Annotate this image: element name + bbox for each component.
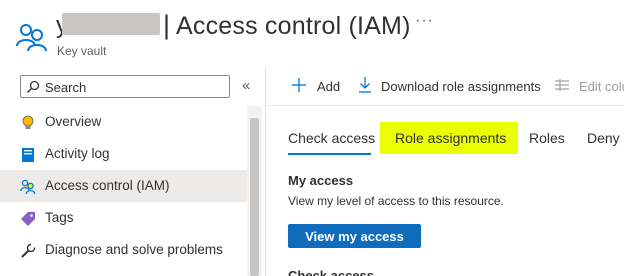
view-my-access-button[interactable]: View my access bbox=[288, 224, 421, 248]
edit-columns-icon bbox=[555, 79, 569, 91]
sidebar-item-label: Diagnose and solve problems bbox=[45, 242, 223, 257]
sidebar-item-label: Access control (IAM) bbox=[45, 178, 170, 193]
download-icon bbox=[359, 77, 371, 93]
scrollbar-thumb[interactable] bbox=[250, 118, 259, 276]
add-button[interactable]: Add bbox=[317, 79, 340, 94]
search-input[interactable]: Search bbox=[20, 75, 230, 98]
people-icon bbox=[20, 179, 36, 195]
sidebar-item-activity-log[interactable]: Activity log bbox=[0, 138, 247, 170]
sidebar-item-overview[interactable]: Overview bbox=[0, 106, 247, 138]
sidebar-item-diagnose[interactable]: Diagnose and solve problems bbox=[0, 234, 247, 266]
sidebar-nav: Overview Activity log Access control (IA… bbox=[0, 106, 247, 266]
tab-deny-assignments[interactable]: Deny a bbox=[587, 130, 624, 146]
my-access-heading: My access bbox=[288, 173, 354, 188]
activity-log-icon bbox=[22, 148, 34, 162]
page-title: Access control (IAM) bbox=[176, 12, 411, 40]
edit-columns-button[interactable]: Edit colu bbox=[579, 79, 624, 94]
resource-type: Key vault bbox=[57, 44, 107, 58]
download-role-assignments-button[interactable]: Download role assignments bbox=[381, 79, 541, 94]
sidebar-item-label: Overview bbox=[45, 114, 102, 129]
pane-divider bbox=[265, 68, 266, 276]
wrench-icon bbox=[21, 243, 36, 258]
redacted-resource-name bbox=[62, 13, 160, 35]
page-header: y | Access control (IAM) ··· Key vault bbox=[0, 0, 624, 68]
collapse-sidebar-icon[interactable]: « bbox=[242, 77, 250, 94]
tab-check-access[interactable]: Check access bbox=[288, 130, 375, 146]
tab-role-assignments[interactable]: Role assignments bbox=[395, 130, 506, 146]
add-icon bbox=[292, 78, 306, 92]
more-options-icon[interactable]: ··· bbox=[415, 12, 434, 30]
sidebar-item-label: Activity log bbox=[45, 146, 110, 161]
tab-roles[interactable]: Roles bbox=[529, 130, 565, 146]
search-placeholder: Search bbox=[45, 80, 87, 95]
search-icon bbox=[27, 80, 40, 93]
lightbulb-icon bbox=[22, 115, 34, 129]
tag-icon bbox=[21, 212, 35, 226]
sidebar-item-label: Tags bbox=[45, 210, 74, 225]
title-separator: | bbox=[163, 10, 171, 40]
sidebar-item-tags[interactable]: Tags bbox=[0, 202, 247, 234]
toolbar-divider bbox=[266, 105, 624, 106]
my-access-description: View my level of access to this resource… bbox=[288, 194, 504, 208]
selected-tab-indicator bbox=[288, 153, 371, 155]
sidebar-item-access-control[interactable]: Access control (IAM) bbox=[0, 170, 247, 202]
check-access-heading: Check access bbox=[288, 268, 375, 276]
sidebar-scrollbar[interactable] bbox=[247, 106, 262, 276]
people-icon bbox=[16, 24, 47, 52]
